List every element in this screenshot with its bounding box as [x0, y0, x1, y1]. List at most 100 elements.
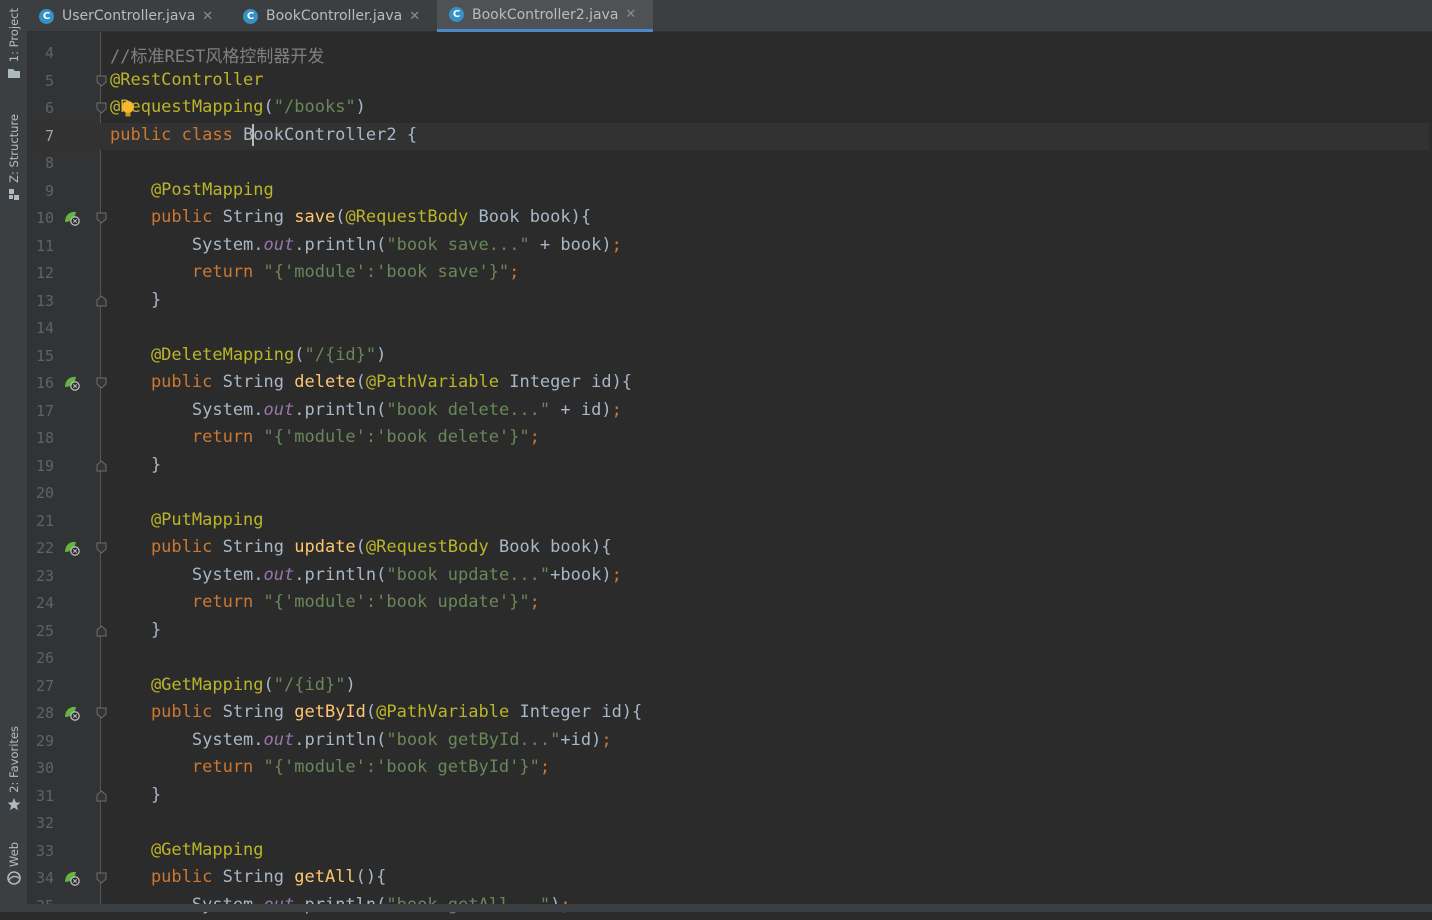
tool-tab-web[interactable]: Web	[2, 842, 26, 885]
code-line[interactable]: 23 System.out.println("book update..."+b…	[27, 563, 1429, 591]
line-number: 25	[27, 622, 54, 640]
code-token-plain: }	[110, 620, 161, 640]
code-token-plain: (){	[356, 867, 387, 887]
fold-open-icon[interactable]	[96, 212, 107, 224]
code-line[interactable]: 28 public String getById(@PathVariable I…	[27, 700, 1429, 728]
code-text: System.out.println("book update..."+book…	[110, 565, 622, 585]
code-line[interactable]: 6@RequestMapping("/books")	[27, 95, 1429, 123]
line-number: 28	[27, 704, 54, 722]
code-token-field: out	[264, 400, 295, 420]
code-line[interactable]: 22 public String update(@RequestBody Boo…	[27, 535, 1429, 563]
tab-label: BookController2.java	[472, 7, 618, 23]
code-line[interactable]: 20	[27, 480, 1429, 508]
tab-usercontroller-java[interactable]: CUserController.java✕	[27, 0, 225, 32]
code-token-kw: ;	[509, 262, 519, 282]
code-token-fn: delete	[294, 372, 355, 392]
code-token-ann: @PathVariable	[376, 702, 519, 722]
code-token-plain: }	[110, 785, 161, 805]
fold-close-icon[interactable]	[96, 625, 107, 637]
code-line[interactable]: 32	[27, 810, 1429, 838]
fold-open-icon[interactable]	[96, 75, 107, 87]
code-token-fn: save	[294, 207, 335, 227]
code-token-kw: return	[110, 427, 264, 447]
code-token-plain: System.	[110, 565, 264, 585]
code-token-plain: (	[264, 97, 274, 117]
code-line[interactable]: 7public class BookController2 {	[27, 123, 1429, 151]
code-token-kw: return	[110, 757, 264, 777]
code-line[interactable]: 14	[27, 315, 1429, 343]
code-token-plain: (	[366, 702, 376, 722]
code-token-plain: String	[223, 537, 295, 557]
code-line[interactable]: 34 public String getAll(){	[27, 865, 1429, 893]
fold-open-icon[interactable]	[96, 102, 107, 114]
code-token-str: "{'module':'book save'}"	[264, 262, 510, 282]
code-line[interactable]: 33 @GetMapping	[27, 838, 1429, 866]
code-line[interactable]: 5@RestController	[27, 68, 1429, 96]
code-line[interactable]: 15 @DeleteMapping("/{id}")	[27, 343, 1429, 371]
code-token-ann: @PathVariable	[366, 372, 509, 392]
tool-tab-label: Z: Structure	[7, 114, 21, 183]
tool-tab-z-structure[interactable]: Z: Structure	[2, 114, 26, 201]
code-line[interactable]: 18 return "{'module':'book delete'}";	[27, 425, 1429, 453]
code-token-kw: public	[110, 537, 223, 557]
code-token-str: "/{id}"	[304, 345, 376, 365]
structure-icon	[7, 187, 21, 201]
code-text: }	[110, 455, 161, 475]
code-line[interactable]: 19 }	[27, 453, 1429, 481]
code-token-ann: @PutMapping	[110, 510, 264, 530]
line-number: 26	[27, 649, 54, 667]
code-line[interactable]: 24 return "{'module':'book update'}";	[27, 590, 1429, 618]
close-icon[interactable]: ✕	[409, 9, 420, 24]
fold-open-icon[interactable]	[96, 707, 107, 719]
mapping-icon[interactable]	[63, 210, 81, 226]
close-icon[interactable]: ✕	[625, 7, 636, 22]
code-line[interactable]: 21 @PutMapping	[27, 508, 1429, 536]
lightbulb-icon[interactable]	[121, 100, 135, 118]
code-token-plain: Book book){	[479, 207, 592, 227]
tool-tab-2-favorites[interactable]: 2: Favorites	[2, 726, 26, 811]
mapping-icon[interactable]	[63, 870, 81, 886]
tool-tab-1-project[interactable]: 1: Project	[2, 8, 26, 80]
line-number: 18	[27, 429, 54, 447]
fold-open-icon[interactable]	[96, 872, 107, 884]
fold-open-icon[interactable]	[96, 377, 107, 389]
code-token-plain: Book book){	[499, 537, 612, 557]
code-token-plain: Integer id){	[509, 372, 632, 392]
code-line[interactable]: 27 @GetMapping("/{id}")	[27, 673, 1429, 701]
code-text: public String delete(@PathVariable Integ…	[110, 372, 632, 392]
code-line[interactable]: 31 }	[27, 783, 1429, 811]
tab-bookcontroller-java[interactable]: CBookController.java✕	[231, 0, 431, 32]
code-line[interactable]: 8	[27, 150, 1429, 178]
close-icon[interactable]: ✕	[202, 9, 213, 24]
fold-close-icon[interactable]	[96, 790, 107, 802]
fold-close-icon[interactable]	[96, 295, 107, 307]
line-number: 16	[27, 374, 54, 392]
code-token-plain: +id)	[560, 730, 601, 750]
code-line[interactable]: 25 }	[27, 618, 1429, 646]
code-line[interactable]: 26	[27, 645, 1429, 673]
code-line[interactable]: 10 public String save(@RequestBody Book …	[27, 205, 1429, 233]
line-number: 33	[27, 842, 54, 860]
code-token-str: "{'module':'book delete'}"	[264, 427, 530, 447]
fold-open-icon[interactable]	[96, 542, 107, 554]
tab-bookcontroller2-java[interactable]: CBookController2.java✕	[437, 0, 653, 32]
code-line[interactable]: 12 return "{'module':'book save'}";	[27, 260, 1429, 288]
fold-close-icon[interactable]	[96, 460, 107, 472]
code-line[interactable]: 13 }	[27, 288, 1429, 316]
mapping-icon[interactable]	[63, 375, 81, 391]
code-token-ann: @RestController	[110, 70, 264, 90]
code-line[interactable]: 9 @PostMapping	[27, 178, 1429, 206]
mapping-icon[interactable]	[63, 705, 81, 721]
code-token-plain: (	[335, 207, 345, 227]
code-token-kw: public class	[110, 125, 243, 145]
code-token-plain: .println(	[294, 565, 386, 585]
code-line[interactable]: 4//标准REST风格控制器开发	[27, 40, 1429, 68]
code-text: @PostMapping	[110, 180, 274, 200]
code-line[interactable]: 11 System.out.println("book save..." + b…	[27, 233, 1429, 261]
code-line[interactable]: 29 System.out.println("book getById..."+…	[27, 728, 1429, 756]
code-line[interactable]: 30 return "{'module':'book getById'}";	[27, 755, 1429, 783]
mapping-icon[interactable]	[63, 540, 81, 556]
code-line[interactable]: 16 public String delete(@PathVariable In…	[27, 370, 1429, 398]
code-token-plain: System.	[110, 235, 264, 255]
code-line[interactable]: 17 System.out.println("book delete..." +…	[27, 398, 1429, 426]
